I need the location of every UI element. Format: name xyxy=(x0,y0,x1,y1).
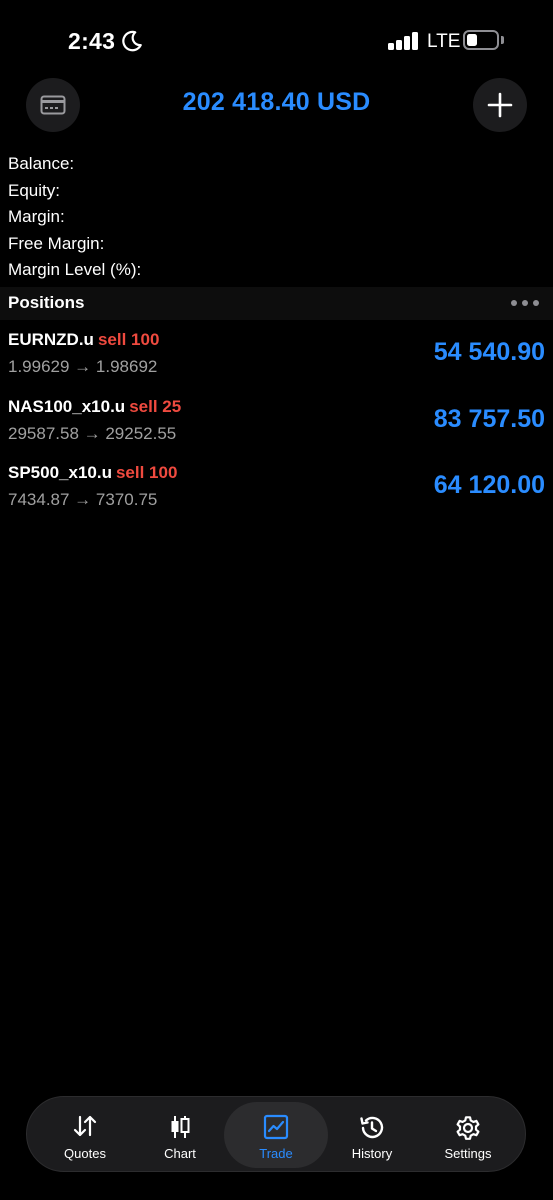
plus-icon xyxy=(487,92,513,118)
position-prices: 1.99629 → 1.98692 xyxy=(8,357,158,376)
position-profit: 83 757.50 xyxy=(433,405,545,433)
account-summary: Balance: Equity: Margin: Free Margin: Ma… xyxy=(8,152,141,285)
summary-free-margin: Free Margin: xyxy=(8,233,105,253)
tab-label: Chart xyxy=(164,1146,196,1161)
network-type: LTE xyxy=(427,31,461,52)
tab-label: Settings xyxy=(444,1146,492,1161)
summary-margin-level: Margin Level (%): xyxy=(8,260,142,279)
position-row[interactable]: SP500_x10.u sell 100 7434.87 → 7370.75 64… xyxy=(0,463,553,525)
status-bar: 2:43 LTE xyxy=(0,0,553,80)
candlestick-icon xyxy=(171,1116,190,1138)
history-clock-icon xyxy=(360,1116,384,1139)
positions-heading: Positions xyxy=(8,293,85,312)
position-side: sell 25 xyxy=(129,397,182,416)
battery-icon xyxy=(463,30,499,50)
position-prices: 29587.58 → 29252.55 xyxy=(8,424,177,443)
more-options-icon[interactable] xyxy=(511,300,541,308)
position-side: sell 100 xyxy=(97,330,160,349)
positions-header: Positions xyxy=(0,287,553,320)
position-symbol: NAS100_x10.u xyxy=(8,397,126,416)
position-side: sell 100 xyxy=(115,463,178,482)
status-time: 2:43 xyxy=(68,28,116,54)
moon-icon xyxy=(122,30,142,52)
position-symbol: EURNZD.u xyxy=(8,330,94,349)
summary-equity: Equity: xyxy=(8,180,60,200)
tab-bar: Quotes Chart Trade History Settings xyxy=(26,1096,526,1172)
position-row[interactable]: EURNZD.u sell 100 1.99629 → 1.98692 54 54… xyxy=(0,330,553,392)
equity-total: 202 418.40 USD xyxy=(182,88,371,116)
tab-quotes[interactable]: Quotes xyxy=(33,1102,137,1168)
tab-trade[interactable]: Trade xyxy=(224,1102,328,1168)
tab-chart[interactable]: Chart xyxy=(128,1102,232,1168)
tab-history[interactable]: History xyxy=(320,1102,424,1168)
quotes-arrows-icon xyxy=(73,1115,97,1137)
tab-label: Trade xyxy=(259,1146,293,1161)
summary-margin: Margin: xyxy=(8,207,65,226)
tab-label: History xyxy=(351,1146,393,1161)
trade-screen: 2:43 LTE 202 418.40 USD Balance: Equity:… xyxy=(0,0,553,1200)
battery-tip xyxy=(501,36,504,44)
position-row[interactable]: NAS100_x10.u sell 25 29587.58 → 29252.55 … xyxy=(0,397,553,459)
position-symbol: SP500_x10.u xyxy=(8,463,112,482)
tab-label: Quotes xyxy=(64,1146,106,1161)
gear-icon xyxy=(456,1116,480,1140)
position-prices: 7434.87 → 7370.75 xyxy=(8,490,158,509)
cellular-signal-icon xyxy=(388,32,420,50)
trade-chart-icon xyxy=(263,1114,289,1140)
position-profit: 64 120.00 xyxy=(433,471,545,499)
tab-settings[interactable]: Settings xyxy=(416,1102,520,1168)
position-profit: 54 540.90 xyxy=(433,338,545,366)
summary-balance: Balance: xyxy=(8,154,75,173)
new-order-button[interactable] xyxy=(473,78,527,132)
